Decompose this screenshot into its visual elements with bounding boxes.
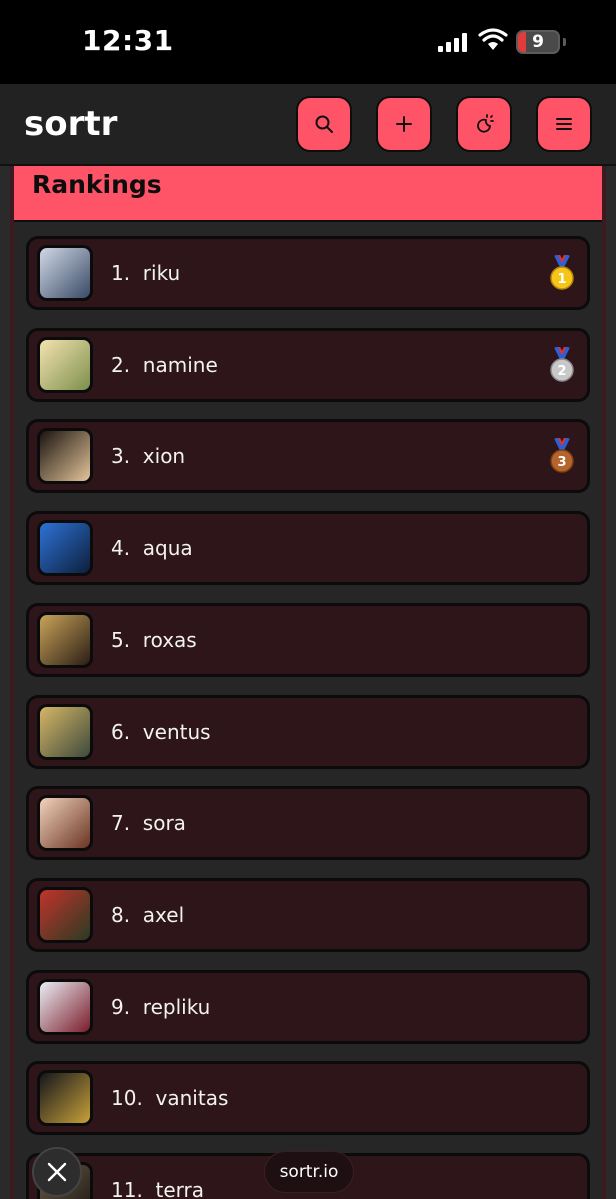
character-thumbnail	[37, 428, 93, 485]
ranking-item[interactable]: 7. sora	[26, 786, 590, 861]
ranking-label: 6. ventus	[111, 719, 211, 744]
character-thumbnail	[37, 520, 93, 577]
medal-number: 2	[557, 364, 566, 379]
status-bar: 12:31 9	[0, 0, 616, 84]
ranking-label: 4. aqua	[111, 536, 193, 561]
character-thumbnail	[37, 795, 93, 852]
ranking-item[interactable]: 3. xion 3	[26, 419, 590, 494]
ranking-label: 8. axel	[111, 902, 185, 927]
search-icon	[315, 115, 333, 133]
ranking-label: 7. sora	[111, 811, 186, 836]
menu-icon	[556, 118, 572, 130]
ranking-item[interactable]: 9. repliku	[26, 969, 590, 1044]
site-link[interactable]: sortr.io	[264, 1151, 354, 1193]
character-thumbnail	[37, 1070, 93, 1127]
rankings-header: Rankings	[14, 166, 602, 222]
rankings-title: Rankings	[32, 170, 162, 199]
gold-medal-icon: 1	[550, 255, 574, 290]
rankings-panel	[10, 166, 606, 1199]
status-time: 12:31	[82, 24, 174, 57]
ranking-label: 11. terra	[111, 1178, 205, 1199]
character-thumbnail	[37, 886, 93, 943]
theme-icon	[477, 114, 494, 133]
close-button[interactable]	[32, 1147, 82, 1197]
theme-toggle-button[interactable]	[456, 96, 512, 152]
ranking-item[interactable]: 2. namine 2	[26, 327, 590, 402]
ranking-label: 3. xion	[111, 444, 186, 469]
ranking-item[interactable]: 6. ventus	[26, 694, 590, 769]
ranking-item[interactable]: 10. vanitas	[26, 1061, 590, 1136]
ranking-label: 2. namine	[111, 352, 218, 377]
battery-level: 9	[532, 32, 544, 52]
character-thumbnail	[37, 245, 93, 301]
cellular-signal-icon	[438, 32, 470, 52]
main-content: Rankings 1. riku 1 2. namine 2 3. xion 3 4. aq…	[0, 166, 616, 1199]
ranking-item[interactable]: 1. riku 1	[26, 236, 590, 310]
silver-medal-icon: 2	[550, 346, 574, 382]
ranking-item[interactable]: 5. roxas	[26, 602, 590, 677]
character-thumbnail	[37, 703, 93, 760]
app-header: sortr	[0, 84, 616, 166]
search-button[interactable]	[296, 96, 352, 152]
ranking-item[interactable]: 8. axel	[26, 877, 590, 952]
medal-number: 3	[557, 455, 566, 470]
character-thumbnail	[37, 336, 93, 393]
ranking-item[interactable]: 4. aqua	[26, 511, 590, 586]
plus-icon	[396, 116, 412, 132]
close-icon	[47, 1162, 67, 1182]
app-logo[interactable]: sortr	[24, 104, 117, 144]
wifi-icon	[478, 28, 508, 50]
ranking-label: 1. riku	[111, 261, 181, 285]
bronze-medal-icon: 3	[550, 438, 574, 474]
add-button[interactable]	[376, 96, 432, 152]
character-thumbnail	[37, 978, 93, 1035]
ranking-label: 5. roxas	[111, 627, 197, 652]
menu-button[interactable]	[536, 96, 592, 152]
battery-icon: 9	[516, 30, 560, 54]
ranking-label: 9. repliku	[111, 994, 211, 1019]
ranking-label: 10. vanitas	[111, 1086, 229, 1111]
medal-number: 1	[557, 272, 566, 287]
character-thumbnail	[37, 611, 93, 668]
